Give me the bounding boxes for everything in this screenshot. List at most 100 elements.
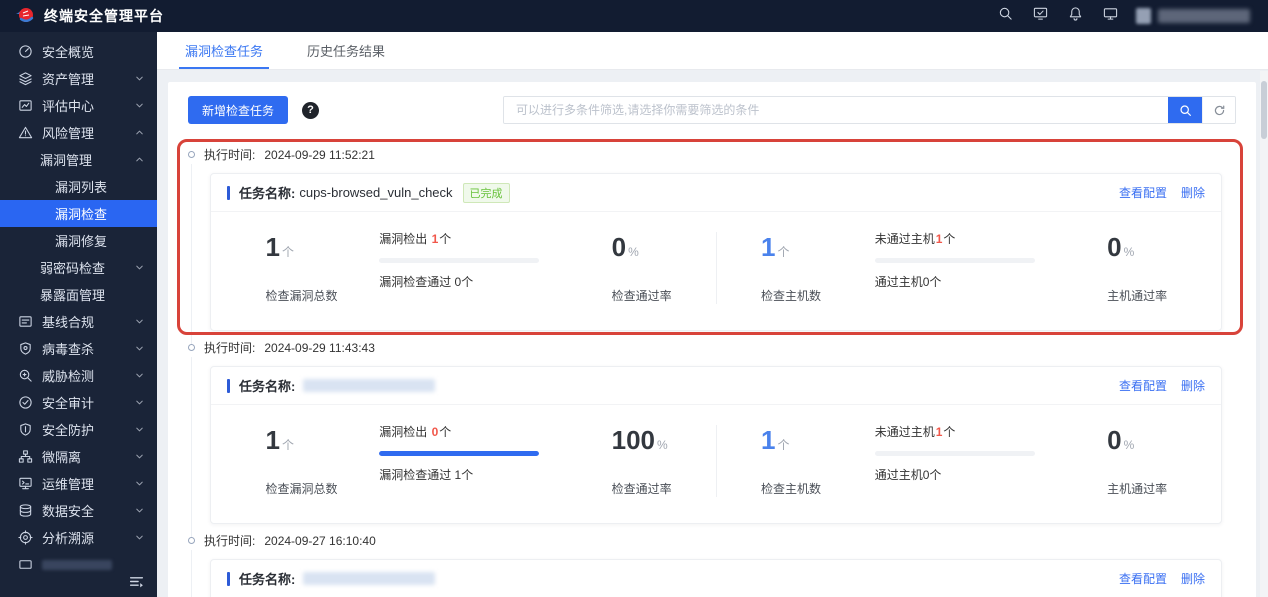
sidebar-item-10[interactable]: 基线合规 — [0, 308, 157, 335]
sidebar-item-2[interactable]: 评估中心 — [0, 92, 157, 119]
search-icon[interactable] — [998, 6, 1013, 26]
stat-label: 检查主机数 — [761, 289, 822, 303]
sidebar-item-label: 漏洞修复 — [55, 234, 108, 249]
stat-progress-block: 漏洞检出 0个 漏洞检查通过 1个 — [369, 425, 567, 497]
stat-block: 0% 主机通过率 — [1063, 232, 1211, 304]
task-time-row: 执行时间: 2024-09-29 11:43:43 — [188, 339, 1236, 356]
sidebar-item-0[interactable]: 安全概览 — [0, 38, 157, 65]
timeline-dot-icon — [188, 151, 195, 158]
sidebar-item-15[interactable]: 微隔离 — [0, 443, 157, 470]
virus-icon — [18, 341, 33, 356]
help-icon[interactable]: ? — [302, 101, 320, 119]
sidebar-item-label: 病毒查杀 — [42, 342, 95, 357]
sidebar-item-label: 安全概览 — [42, 45, 95, 60]
delete-link[interactable]: 删除 — [1181, 184, 1205, 201]
stat-progress-block: 未通过主机1个 通过主机0个 — [865, 232, 1063, 304]
task-time-label: 执行时间: — [204, 534, 256, 548]
bell-icon[interactable] — [1068, 6, 1083, 26]
view-config-link[interactable]: 查看配置 — [1119, 377, 1167, 394]
stat-unit: 个 — [281, 245, 294, 259]
sidebar-item-7[interactable]: 漏洞修复 — [0, 227, 157, 254]
display-icon[interactable] — [1103, 6, 1118, 26]
chevron-down-icon — [134, 370, 145, 381]
user-account[interactable] — [1136, 8, 1250, 24]
sidebar-item-14[interactable]: 安全防护 — [0, 416, 157, 443]
sidebar-item-5[interactable]: 漏洞列表 — [0, 173, 157, 200]
chevron-down-icon — [134, 262, 145, 273]
sidebar-item-1[interactable]: 资产管理 — [0, 65, 157, 92]
stat-progress-block: 未通过主机1个 通过主机0个 — [865, 425, 1063, 497]
stat-count: 0 — [431, 425, 439, 439]
stat-count: 1 — [935, 232, 943, 246]
sidebar-item-label: 评估中心 — [42, 99, 95, 114]
sidebar-item-label: 安全防护 — [42, 423, 95, 438]
task-name-value: cups-browsed_vuln_check — [299, 185, 453, 200]
delete-link[interactable]: 删除 — [1181, 570, 1205, 587]
progress-bar — [379, 451, 540, 456]
sidebar-item-label: 漏洞列表 — [55, 180, 108, 195]
view-config-link[interactable]: 查看配置 — [1119, 184, 1167, 201]
sidebar-item-label: 运维管理 — [42, 477, 95, 492]
threat-icon — [18, 368, 33, 383]
scrollbar[interactable] — [1260, 71, 1268, 597]
warning-icon — [18, 125, 33, 140]
stat-count: 1 — [431, 232, 439, 246]
stat-block: 1个 检查漏洞总数 — [221, 425, 369, 497]
task-name-label: 任务名称: — [239, 379, 296, 394]
task-card: 任务名称: 查看配置 删除 1个 漏洞检出 0个 100% 1个 未通过主机0个 — [210, 559, 1222, 597]
task-actions: 查看配置 删除 — [1119, 184, 1205, 201]
monitor-check-icon[interactable] — [1033, 6, 1048, 26]
scrollbar-thumb[interactable] — [1261, 81, 1267, 139]
sidebar-item-label-redacted — [42, 559, 112, 570]
task-time-value: 2024-09-27 16:10:40 — [264, 533, 376, 548]
sidebar-item-16[interactable]: 运维管理 — [0, 470, 157, 497]
stat-block: 1个 检查主机数 — [717, 232, 865, 304]
stat-progress-bottom: 通过主机0个 — [874, 468, 942, 482]
sidebar-item-12[interactable]: 威胁检测 — [0, 362, 157, 389]
collapse-sidebar-button[interactable] — [128, 573, 145, 590]
sidebar-item-17[interactable]: 数据安全 — [0, 497, 157, 524]
search-input[interactable] — [504, 97, 1168, 123]
chart-icon — [18, 98, 33, 113]
view-config-link[interactable]: 查看配置 — [1119, 570, 1167, 587]
timeline-dot-icon — [188, 344, 195, 351]
trace-icon — [18, 530, 33, 545]
stat-label: 检查通过率 — [611, 289, 672, 303]
stat-block: 1个 检查主机数 — [717, 425, 865, 497]
stat-unit: % — [1123, 438, 1135, 452]
delete-link[interactable]: 删除 — [1181, 377, 1205, 394]
stat-progress-bottom: 漏洞检查通过 0个 — [379, 275, 474, 289]
progress-bar — [874, 258, 1035, 263]
stat-value: 0% — [1107, 232, 1135, 262]
search-bar — [503, 96, 1236, 124]
stat-block: 0% 检查通过率 — [567, 232, 715, 304]
tab-1[interactable]: 历史任务结果 — [307, 32, 385, 69]
sidebar-item-13[interactable]: 安全审计 — [0, 389, 157, 416]
tab-0[interactable]: 漏洞检查任务 — [178, 32, 270, 69]
stat-value: 1个 — [265, 232, 294, 262]
sidebar-item-4[interactable]: 漏洞管理 — [0, 146, 157, 173]
add-check-task-button[interactable]: 新增检查任务 — [188, 96, 289, 124]
stat-label: 检查主机数 — [761, 482, 822, 496]
sidebar-item-3[interactable]: 风险管理 — [0, 119, 157, 146]
sidebar-item-9[interactable]: 暴露面管理 — [0, 281, 157, 308]
stat-label: 检查漏洞总数 — [265, 482, 338, 496]
sidebar-item-18[interactable]: 分析溯源 — [0, 524, 157, 551]
stat-block: 1个 检查漏洞总数 — [221, 232, 369, 304]
refresh-button[interactable] — [1202, 97, 1235, 123]
sidebar-item-8[interactable]: 弱密码检查 — [0, 254, 157, 281]
stat-unit: 个 — [281, 438, 294, 452]
vuln-stats: 1个 检查漏洞总数 漏洞检出 0个 漏洞检查通过 1个 100% 检查通过率 — [221, 425, 716, 497]
accent-bar — [227, 378, 230, 393]
sidebar-item-6[interactable]: 漏洞检查 — [0, 200, 157, 227]
task-card: 任务名称: cups-browsed_vuln_check 已完成 查看配置 删… — [210, 173, 1222, 331]
task-time-row: 执行时间: 2024-09-29 11:52:21 — [188, 146, 1236, 163]
search-button[interactable] — [1168, 97, 1202, 123]
sidebar-item-label: 漏洞管理 — [40, 153, 93, 168]
sidebar-item-label: 资产管理 — [42, 72, 95, 87]
stat-block: 0% 主机通过率 — [1063, 425, 1211, 497]
stat-label: 主机通过率 — [1107, 289, 1168, 303]
sidebar-item-11[interactable]: 病毒查杀 — [0, 335, 157, 362]
shield-icon — [18, 422, 33, 437]
task-time-value: 2024-09-29 11:52:21 — [264, 147, 375, 162]
